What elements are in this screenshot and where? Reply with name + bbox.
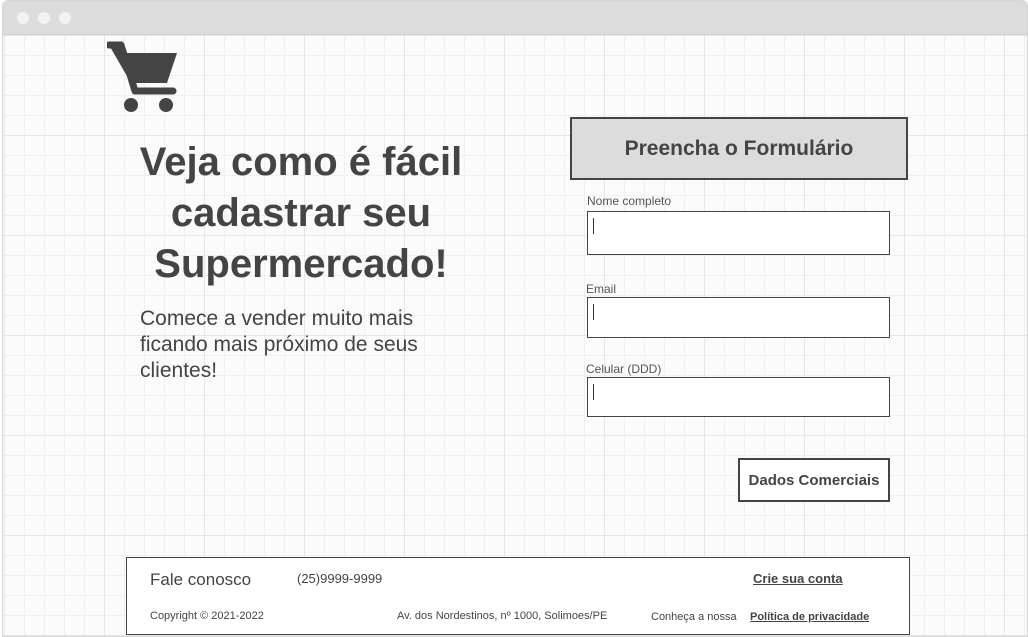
- email-input[interactable]: [587, 297, 890, 338]
- dados-comerciais-button[interactable]: Dados Comerciais: [738, 458, 890, 502]
- hero-headline: Veja como é fácil cadastrar seu Supermer…: [139, 140, 463, 286]
- window-control-dot[interactable]: [38, 12, 50, 24]
- footer-contact-label: Fale conosco: [150, 570, 252, 589]
- footer-privacy-prefix: Conheça a nossa: [651, 611, 737, 623]
- shopping-cart-icon: [107, 41, 177, 112]
- privacy-policy-link[interactable]: Política de privacidade: [750, 611, 869, 623]
- window-titlebar: [3, 1, 1027, 35]
- text-caret: [593, 218, 594, 234]
- name-input[interactable]: [587, 211, 890, 255]
- text-caret: [593, 384, 594, 400]
- footer: Fale conosco (25)9999-9999 Crie sua cont…: [126, 557, 910, 635]
- window-control-dot[interactable]: [59, 12, 71, 24]
- create-account-link[interactable]: Crie sua conta: [753, 571, 843, 586]
- email-field-label: Email: [586, 282, 617, 296]
- footer-address: Av. dos Nordestinos, nº 1000, Solimoes/P…: [397, 610, 608, 622]
- text-caret: [593, 304, 594, 320]
- form-title: Preencha o Formulário: [570, 117, 908, 180]
- hero-subtitle: Comece a vender muito mais ficando mais …: [140, 307, 418, 382]
- browser-window: Veja como é fácil cadastrar seu Supermer…: [2, 0, 1028, 637]
- name-field-label: Nome completo: [587, 194, 672, 208]
- window-control-dot[interactable]: [17, 12, 29, 24]
- footer-phone: (25)9999-9999: [297, 571, 383, 586]
- phone-input[interactable]: [587, 377, 890, 417]
- footer-copyright: Copyright © 2021-2022: [150, 610, 264, 622]
- phone-field-label: Celular (DDD): [586, 362, 662, 376]
